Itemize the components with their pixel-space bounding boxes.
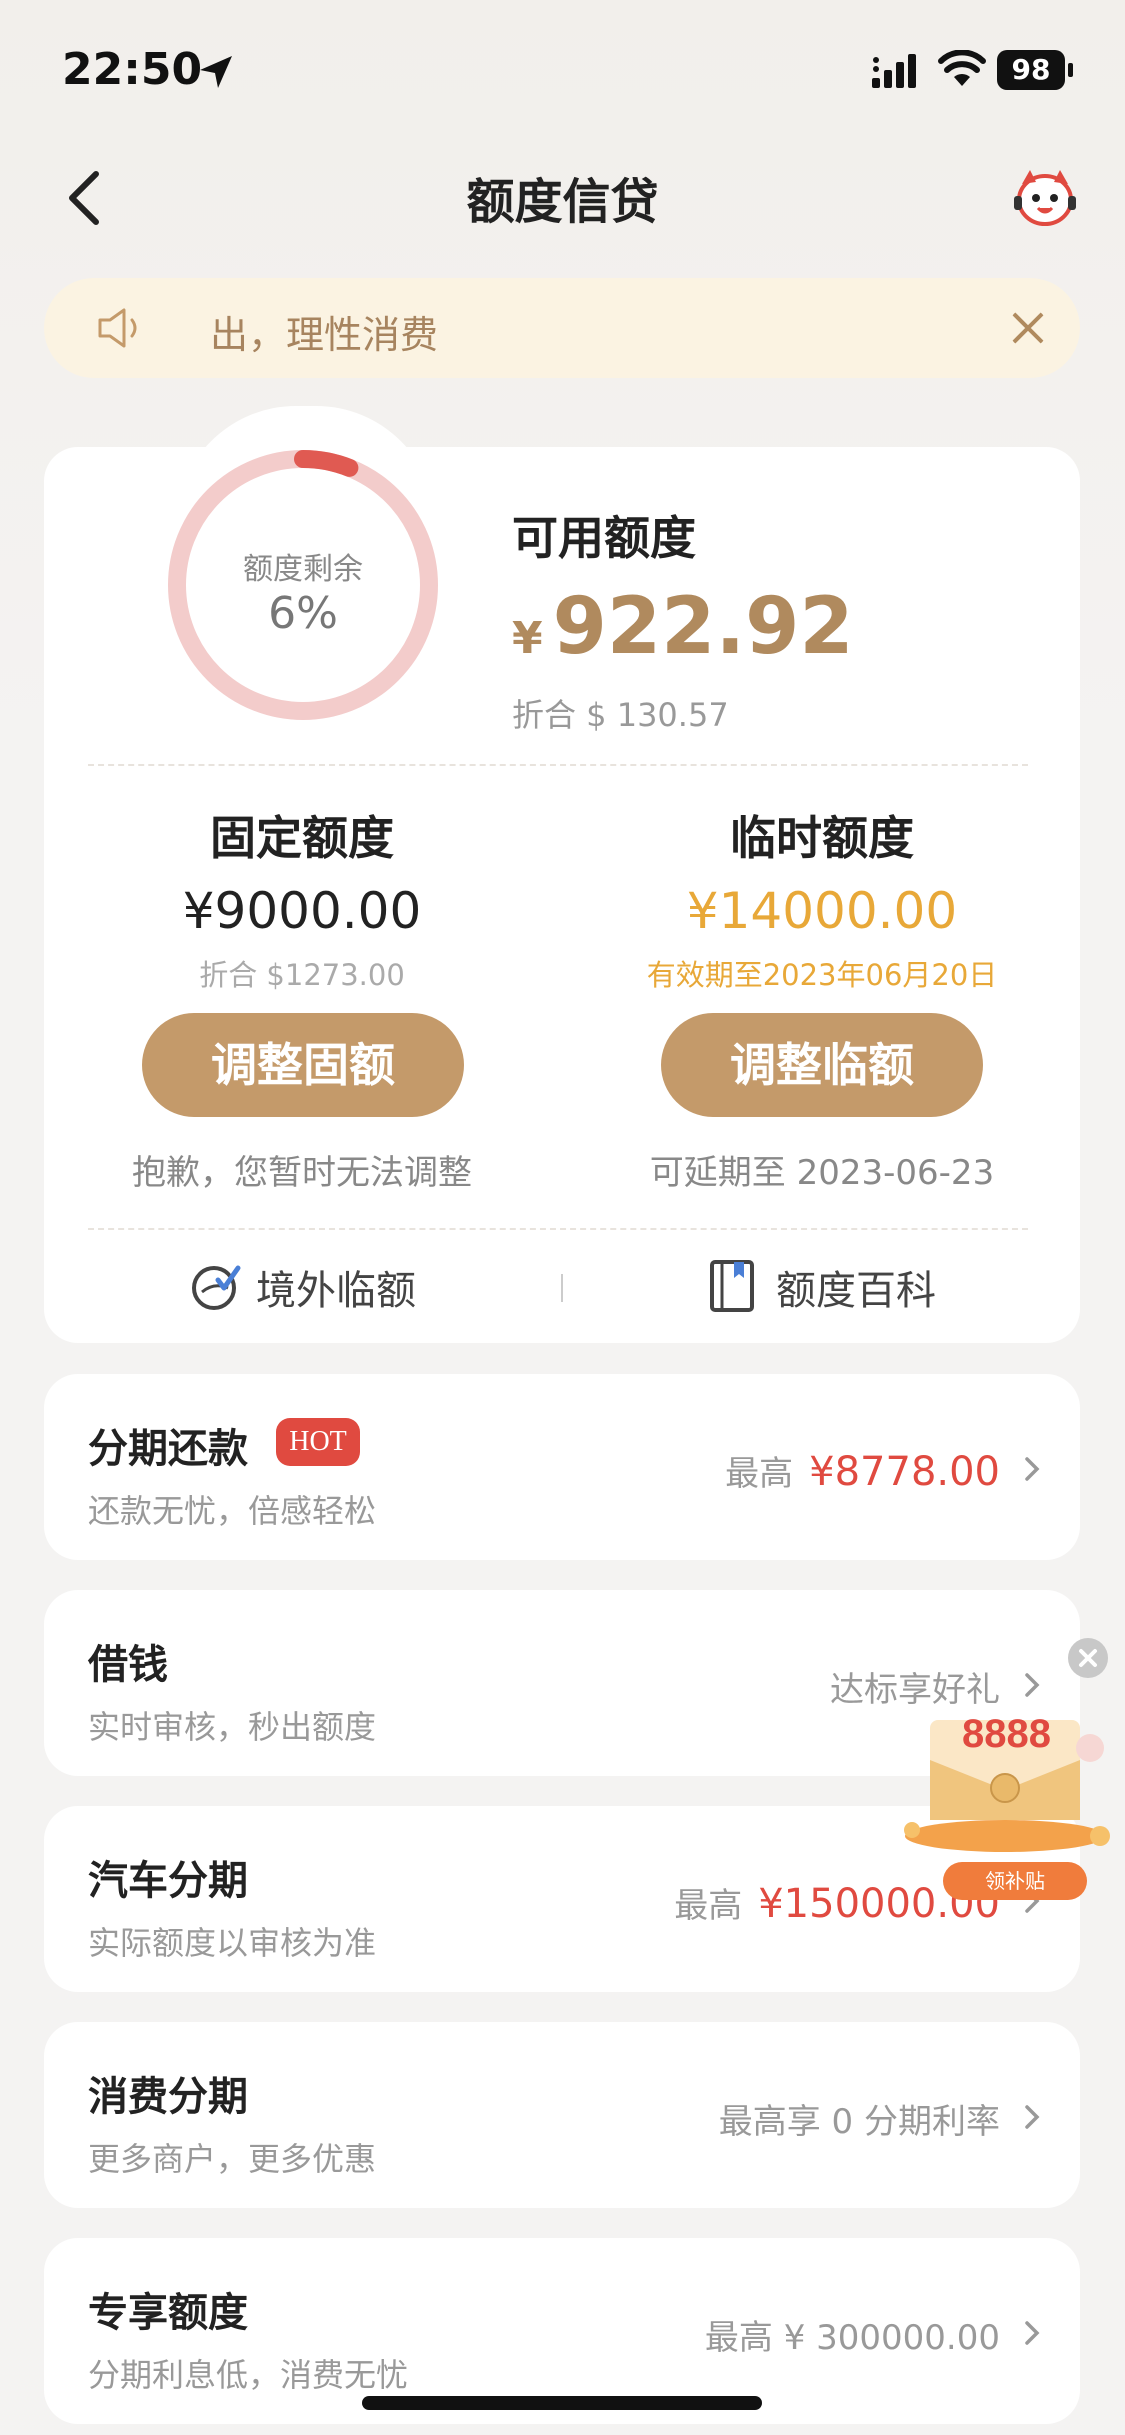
row-right-text: 最高 ¥8778.00: [725, 1446, 1000, 1495]
notice-bar: 出，理性消费: [44, 278, 1080, 378]
promo-amount: 8888: [962, 1712, 1051, 1756]
available-credit-amount: ¥922.92: [512, 582, 854, 672]
list-item-installment-repay[interactable]: 分期还款 HOT 还款无忧，倍感轻松 最高 ¥8778.00: [44, 1374, 1080, 1560]
row-title: 借钱: [88, 1642, 168, 1688]
row-title: 汽车分期: [88, 1858, 248, 1904]
page-title: 额度信贷: [466, 174, 659, 230]
available-credit-usd: 折合 $ 130.57: [512, 696, 729, 734]
overseas-temp-credit-link[interactable]: 境外临额: [256, 1258, 416, 1316]
fixed-credit-title: 固定额度: [210, 811, 394, 865]
row-subtitle: 实际额度以审核为准: [88, 1924, 377, 1962]
adjust-temp-credit-button[interactable]: 调整临额: [661, 1013, 983, 1117]
row-right-text: 最高享 0 分期利率: [719, 2094, 1000, 2143]
wifi-icon: [938, 50, 986, 86]
row-title: 专享额度: [88, 2290, 248, 2336]
row-prefix: 最高享 0 分期利率: [718, 2102, 1000, 2142]
fixed-credit-amount: ¥9000.00: [182, 882, 422, 940]
row-prefix: 最高: [725, 1454, 794, 1494]
chevron-right-icon: [1025, 1457, 1040, 1481]
available-credit-label: 可用额度: [512, 511, 696, 565]
divider: [88, 1228, 1028, 1230]
row-title: 分期还款: [88, 1426, 248, 1472]
book-icon[interactable]: [706, 1258, 760, 1314]
row-prefix: 最高: [674, 1886, 743, 1926]
temp-credit-validity: 有效期至2023年06月20日: [646, 958, 998, 992]
temp-credit-title: 临时额度: [730, 811, 914, 865]
chevron-right-icon: [1025, 2321, 1040, 2345]
fixed-credit-note: 抱歉，您暂时无法调整: [132, 1153, 472, 1193]
mascot-service-icon[interactable]: [1012, 166, 1078, 228]
row-subtitle: 还款无忧，倍感轻松: [88, 1492, 377, 1530]
row-title: 消费分期: [88, 2074, 248, 2120]
status-time: 22:50: [62, 44, 203, 95]
available-amount-value: 922.92: [552, 582, 854, 672]
overseas-globe-icon[interactable]: [188, 1258, 242, 1314]
promo-close-icon[interactable]: [1068, 1638, 1108, 1678]
row-right-text: 最高 ¥ 300000.00: [705, 2310, 1000, 2359]
row-value: ¥8778.00: [809, 1449, 1000, 1495]
battery-indicator: 98: [997, 50, 1073, 90]
row-subtitle: 分期利息低，消费无忧: [88, 2356, 409, 2394]
hot-badge: HOT: [276, 1418, 360, 1466]
list-item-consumer-installment[interactable]: 消费分期 更多商户，更多优惠 最高享 0 分期利率: [44, 2022, 1080, 2208]
status-bar: 22:50 98: [0, 0, 1125, 140]
ring-label: 额度剩余: [243, 552, 363, 587]
speaker-icon: [98, 308, 137, 348]
notice-text: 出，理性消费: [210, 313, 439, 357]
currency-symbol: ¥: [512, 613, 543, 664]
divider: [88, 764, 1028, 766]
location-arrow-icon: [200, 56, 232, 88]
claim-subsidy-button[interactable]: 领补贴: [943, 1862, 1087, 1900]
close-icon: [1079, 1649, 1097, 1667]
row-subtitle: 更多商户，更多优惠: [88, 2140, 377, 2178]
notice-close-icon[interactable]: [1008, 308, 1048, 348]
temp-credit-amount: ¥14000.00: [686, 882, 958, 940]
adjust-fixed-credit-button[interactable]: 调整固额: [142, 1013, 464, 1117]
chevron-right-icon: [1025, 2105, 1040, 2129]
row-prefix: 最高 ¥ 300000.00: [704, 2318, 1000, 2358]
fixed-credit-usd: 折合 $1273.00: [199, 958, 405, 992]
temp-credit-note: 可延期至 2023-06-23: [649, 1153, 995, 1193]
credit-wiki-link[interactable]: 额度百科: [776, 1258, 936, 1316]
link-separator: [561, 1274, 563, 1302]
ring-percent: 6%: [268, 588, 338, 639]
home-indicator: [362, 2396, 762, 2410]
cellular-signal-icon: [872, 54, 916, 88]
row-subtitle: 实时审核，秒出额度: [88, 1708, 377, 1746]
